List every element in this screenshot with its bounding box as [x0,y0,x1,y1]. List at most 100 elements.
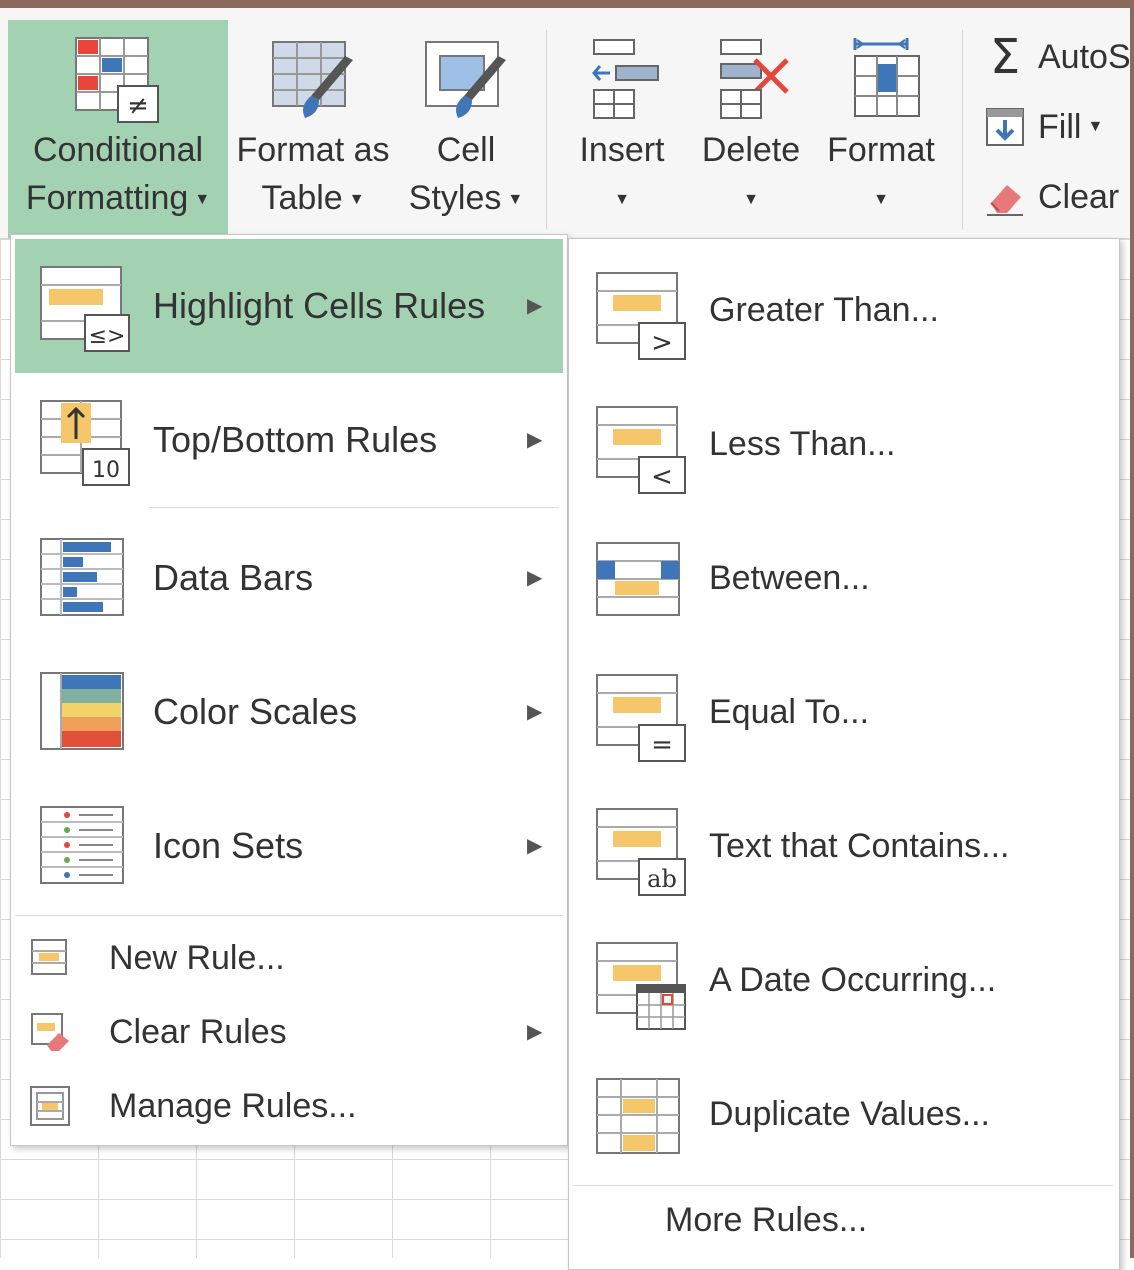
data-bars-icon [40,538,124,616]
submenu-arrow-icon: ▶ [527,567,543,589]
submenu-item-text-contains[interactable]: ab Text that Contains... [573,779,1113,913]
less-than-icon: < [596,406,686,494]
delete-cells-button[interactable]: Delete ▼ [690,20,812,238]
ribbon-group-separator [546,30,547,230]
menu-item-manage-rules[interactable]: Manage Rules... [15,1069,563,1143]
insert-label: Insert [579,131,665,169]
manage-rules-icon [30,1086,70,1126]
clear-button[interactable]: Clear [982,168,1119,226]
window-top-edge [0,0,1134,8]
format-as-table-label-2: Table [261,179,343,217]
conditional-formatting-label-2: Formatting [25,179,189,217]
menu-item-label: Icon Sets [153,825,304,866]
date-occurring-icon [596,942,686,1030]
menu-item-clear-rules[interactable]: Clear Rules ▶ [15,995,563,1069]
conditional-formatting-icon: ≠ [75,37,159,123]
format-label: Format [827,131,935,169]
submenu-item-label: Greater Than... [709,291,939,329]
fill-button[interactable]: Fill ▼ [982,98,1103,156]
menu-divider [149,507,559,508]
conditional-formatting-button[interactable]: ≠ Conditional Formatting ▼ [8,20,228,238]
format-as-table-button[interactable]: Format as Table ▼ [228,20,398,238]
clear-rules-icon [31,1013,69,1051]
window-right-edge [1130,8,1134,1258]
menu-item-label: Manage Rules... [109,1087,357,1125]
insert-cells-icon [592,39,659,119]
menu-item-top-bottom-rules[interactable]: 10 Top/Bottom Rules ▶ [15,373,563,507]
submenu-item-less-than[interactable]: < Less Than... [573,377,1113,511]
icon-sets-icon [40,806,124,884]
svg-text:ab: ab [647,865,677,893]
menu-item-label: Color Scales [153,691,358,732]
svg-text:<: < [651,462,673,492]
text-contains-icon: ab [596,808,686,896]
dropdown-caret-icon: ▼ [1087,118,1104,135]
submenu-item-label: Text that Contains... [709,827,1010,865]
delete-cells-icon [720,39,789,119]
format-cells-button[interactable]: Format ▼ [818,20,944,238]
svg-text:>: > [651,328,673,358]
menu-item-label: Top/Bottom Rules [153,419,438,460]
menu-item-label: New Rule... [109,939,285,977]
format-cells-icon [853,38,920,117]
dropdown-caret-icon: ▼ [743,191,759,209]
menu-item-label: Clear Rules [109,1013,287,1051]
new-rule-icon [31,939,67,975]
menu-item-data-bars[interactable]: Data Bars ▶ [15,511,563,645]
autosum-label: AutoS [1038,37,1131,76]
menu-divider [573,1185,1113,1186]
dropdown-caret-icon: ▼ [873,191,889,209]
svg-text:=: = [651,730,673,760]
svg-text:≠: ≠ [127,91,149,121]
cell-styles-icon [425,41,506,118]
submenu-arrow-icon: ▶ [527,1021,543,1043]
submenu-item-label: Between... [709,559,870,597]
ribbon-group-separator [962,30,963,230]
highlight-cells-rules-submenu: > Greater Than... < Less Than... Between… [568,238,1120,1270]
submenu-item-date-occurring[interactable]: A Date Occurring... [573,913,1113,1047]
dropdown-caret-icon: ▼ [348,191,365,209]
submenu-item-greater-than[interactable]: > Greater Than... [573,243,1113,377]
color-scales-icon [40,672,124,750]
submenu-item-equal-to[interactable]: = Equal To... [573,645,1113,779]
conditional-formatting-label-1: Conditional [32,131,204,169]
menu-item-color-scales[interactable]: Color Scales ▶ [15,645,563,779]
dropdown-caret-icon: ▼ [614,191,630,209]
sigma-icon: Σ [989,29,1021,85]
menu-divider [15,915,563,916]
highlight-cells-rules-icon: ≤> [40,266,130,352]
clear-label: Clear [1038,177,1120,216]
cell-styles-button[interactable]: Cell Styles ▼ [398,20,534,238]
menu-item-highlight-cells-rules[interactable]: ≤> Highlight Cells Rules ▶ [15,239,563,373]
submenu-item-label: Duplicate Values... [709,1095,990,1133]
submenu-arrow-icon: ▶ [527,701,543,723]
greater-than-icon: > [596,272,686,360]
dropdown-caret-icon: ▼ [507,191,524,209]
menu-item-label: Data Bars [153,557,314,598]
submenu-item-label: A Date Occurring... [709,961,997,999]
dropdown-caret-icon: ▼ [194,191,211,209]
submenu-item-between[interactable]: Between... [573,511,1113,645]
duplicate-values-icon [596,1078,680,1154]
submenu-arrow-icon: ▶ [527,429,543,451]
submenu-arrow-icon: ▶ [527,295,543,317]
between-icon [596,542,680,616]
menu-item-icon-sets[interactable]: Icon Sets ▶ [15,779,563,913]
submenu-item-label: Less Than... [709,425,896,463]
eraser-icon [982,174,1028,220]
fill-down-icon [982,104,1028,150]
format-as-table-label-1: Format as [236,131,390,169]
menu-item-new-rule[interactable]: New Rule... [15,921,563,995]
more-rules-item[interactable]: More Rules... [665,1201,867,1240]
top-bottom-badge: 10 [92,458,120,483]
top-bottom-rules-icon: 10 [40,400,130,486]
cell-styles-label-1: Cell [436,131,496,169]
delete-label: Delete [701,131,801,169]
submenu-item-duplicate-values[interactable]: Duplicate Values... [573,1047,1113,1181]
format-as-table-icon [272,41,353,118]
insert-cells-button[interactable]: Insert ▼ [566,20,678,238]
svg-text:≤>: ≤> [89,324,126,349]
autosum-button[interactable]: Σ AutoS [982,28,1131,86]
menu-item-label: Highlight Cells Rules [153,285,486,326]
ribbon: ≠ Conditional Formatting ▼ Format as Tabl… [0,8,1131,239]
